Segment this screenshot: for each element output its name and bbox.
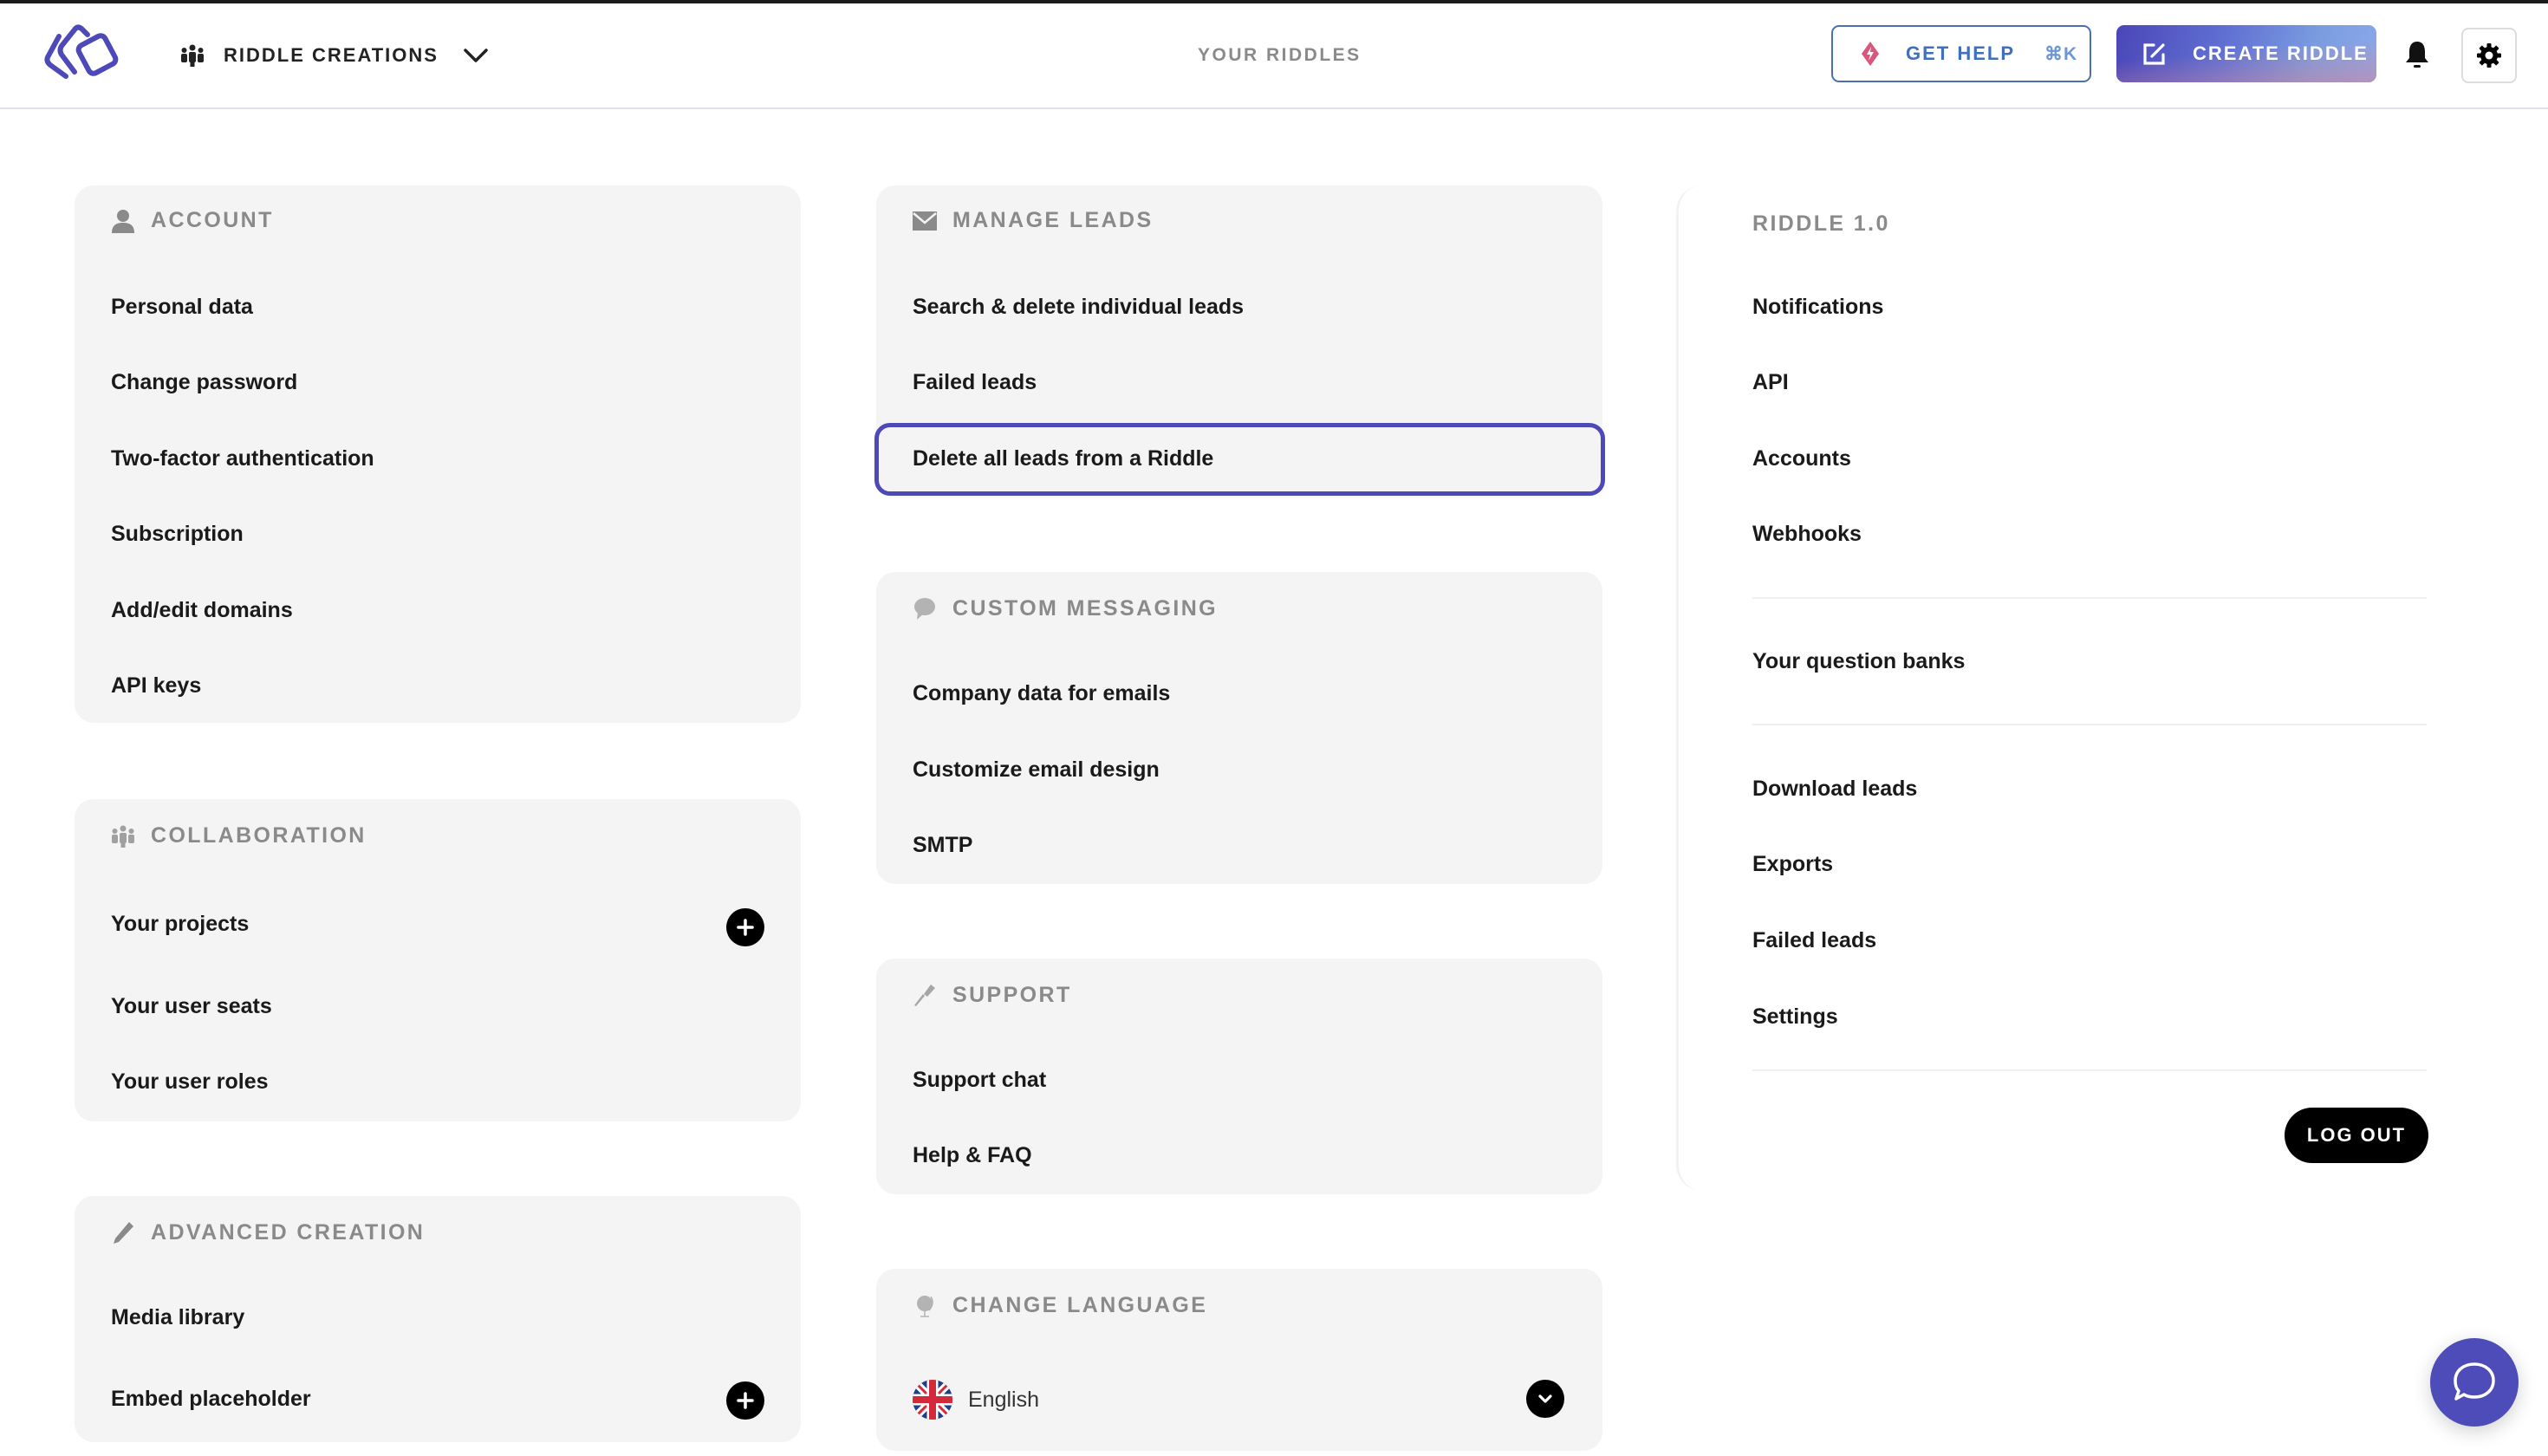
speech-bubble-icon [913,597,937,621]
focus-ring-delete-all-leads [874,423,1605,496]
get-help-button[interactable]: GET HELP ⌘K [1831,25,2091,82]
riddle1-panel [1676,185,2534,1191]
riddle1-item-api[interactable]: API [1752,370,1789,395]
riddle1-section-title: RIDDLE 1.0 [1752,211,1890,236]
riddle1-item-webhooks[interactable]: Webhooks [1752,522,1862,547]
language-select[interactable]: English [913,1380,1039,1420]
screwdriver-icon [913,984,937,1008]
edit-icon [2143,43,2165,65]
collaboration-card: COLLABORATION Your projects Your user se… [75,799,801,1121]
riddle-logo-icon[interactable] [43,24,123,81]
workspace-label: RIDDLE CREATIONS [224,44,439,66]
account-item-two-factor[interactable]: Two-factor authentication [111,446,374,471]
advanced-creation-card: ADVANCED CREATION Media library Embed pl… [75,1196,801,1442]
account-item-personal-data[interactable]: Personal data [111,295,253,320]
account-item-change-password[interactable]: Change password [111,370,297,395]
support-item-help-faq[interactable]: Help & FAQ [913,1143,1032,1168]
riddle1-item-settings[interactable]: Settings [1752,1004,1838,1030]
leads-item-failed[interactable]: Failed leads [913,370,1037,395]
advanced-creation-section-title: ADVANCED CREATION [111,1220,425,1245]
chevron-down-icon [464,49,488,62]
collab-item-user-seats[interactable]: Your user seats [111,994,272,1019]
riddle1-item-accounts[interactable]: Accounts [1752,446,1851,471]
messaging-item-company-data[interactable]: Company data for emails [913,681,1170,706]
messaging-item-smtp[interactable]: SMTP [913,833,972,858]
messaging-item-email-design[interactable]: Customize email design [913,757,1160,783]
pencil-icon [111,1221,135,1245]
custom-messaging-section-title: CUSTOM MESSAGING [913,596,1218,621]
advanced-item-embed-placeholder[interactable]: Embed placeholder [111,1387,311,1412]
manage-leads-section-title: MANAGE LEADS [913,208,1154,233]
change-language-card: CHANGE LANGUAGE English [876,1269,1602,1451]
support-section-title: SUPPORT [913,983,1072,1008]
divider [1752,597,2427,599]
account-item-subscription[interactable]: Subscription [111,522,244,547]
account-item-domains[interactable]: Add/edit domains [111,598,293,623]
support-item-chat[interactable]: Support chat [913,1068,1046,1093]
riddle1-item-failed-leads[interactable]: Failed leads [1752,928,1876,953]
top-navbar: RIDDLE CREATIONS YOUR RIDDLES GET HELP ⌘… [0,3,2548,109]
lightning-icon [1862,42,1879,66]
account-item-api-keys[interactable]: API keys [111,673,201,699]
language-dropdown-button[interactable] [1526,1380,1564,1418]
team-icon [181,44,204,67]
custom-messaging-card: CUSTOM MESSAGING Company data for emails… [876,572,1602,884]
create-riddle-label: CREATE RIDDLE [2193,42,2369,64]
keyboard-shortcut: ⌘K [2044,43,2078,64]
bell-icon[interactable] [2403,40,2431,69]
uk-flag-icon [913,1380,952,1420]
chat-widget-button[interactable] [2430,1338,2519,1427]
envelope-icon [913,209,937,233]
change-language-section-title: CHANGE LANGUAGE [913,1293,1207,1318]
create-riddle-button[interactable]: CREATE RIDDLE [2116,25,2376,82]
collaboration-section-title: COLLABORATION [111,823,367,848]
riddle1-item-download-leads[interactable]: Download leads [1752,777,1917,802]
get-help-label: GET HELP [1906,42,2016,64]
plus-icon [737,919,754,936]
gear-icon [2477,43,2501,68]
account-card: ACCOUNT Personal data Change password Tw… [75,185,801,723]
add-embed-placeholder-button[interactable] [726,1381,764,1420]
riddle1-item-question-banks[interactable]: Your question banks [1752,649,1965,674]
add-project-button[interactable] [726,908,764,946]
language-selected-label: English [968,1387,1039,1412]
plus-icon [737,1392,754,1409]
divider [1752,724,2427,725]
team-icon [111,824,135,848]
account-section-title: ACCOUNT [111,208,274,233]
riddle1-item-exports[interactable]: Exports [1752,852,1833,877]
user-icon [111,209,135,233]
globe-icon [913,1294,937,1318]
collab-item-projects[interactable]: Your projects [111,912,249,937]
riddle1-item-notifications[interactable]: Notifications [1752,295,1883,320]
collab-item-user-roles[interactable]: Your user roles [111,1069,269,1095]
workspace-selector[interactable]: RIDDLE CREATIONS [180,35,489,76]
leads-item-search-delete[interactable]: Search & delete individual leads [913,295,1244,320]
settings-button[interactable] [2461,28,2517,83]
divider [1752,1069,2427,1071]
chevron-down-icon [1538,1394,1552,1403]
your-riddles-link[interactable]: YOUR RIDDLES [1198,45,1362,66]
chat-bubble-icon [2454,1362,2495,1401]
logout-button[interactable]: LOG OUT [2285,1108,2428,1163]
support-card: SUPPORT Support chat Help & FAQ [876,959,1602,1194]
advanced-item-media-library[interactable]: Media library [111,1305,244,1330]
